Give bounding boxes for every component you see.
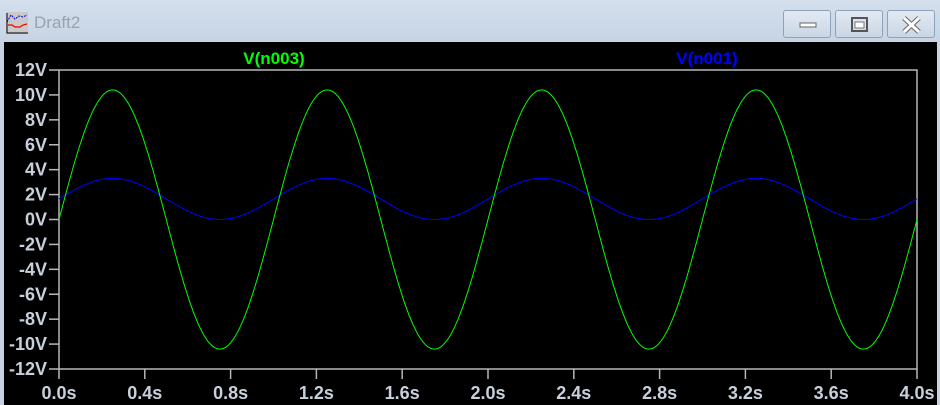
- trace-label[interactable]: V(n003): [243, 49, 304, 68]
- window-title: Draft2: [34, 13, 81, 32]
- trace-vn003: [58, 89, 918, 350]
- y-tick-label: 4V: [25, 160, 47, 180]
- x-tick-label: 2.4s: [556, 383, 591, 403]
- minimize-icon: [799, 22, 817, 28]
- y-tick-label: -2V: [19, 234, 47, 254]
- x-tick-label: 4.0s: [899, 383, 934, 403]
- y-tick-label: 6V: [25, 135, 47, 155]
- x-tick-label: 3.6s: [814, 383, 849, 403]
- maximize-button[interactable]: [835, 10, 883, 38]
- y-tick-label: 10V: [15, 85, 47, 105]
- waveform-app-icon: [6, 12, 28, 34]
- waveform-chart[interactable]: 12V 10V 8V 6V 4V 2V 0V -2V -4V -6V -8V -10V -12V 0.0s…: [4, 42, 937, 405]
- maximize-icon: [851, 17, 868, 32]
- x-tick-label: 0.0s: [41, 383, 76, 403]
- y-tick-label: 12V: [15, 60, 47, 80]
- plot-pane[interactable]: 12V 10V 8V 6V 4V 2V 0V -2V -4V -6V -8V -10V -12V 0.0s…: [4, 42, 937, 405]
- x-tick-label: 2.8s: [642, 383, 677, 403]
- y-tick-label: -12V: [9, 359, 47, 379]
- x-tick-label: 0.4s: [127, 383, 162, 403]
- y-tick-label: -10V: [9, 334, 47, 354]
- close-button[interactable]: [887, 10, 935, 38]
- x-tick-label: 3.2s: [728, 383, 763, 403]
- minimize-button[interactable]: [783, 10, 831, 38]
- close-icon: [902, 16, 921, 34]
- y-tick-label: 0V: [25, 210, 47, 230]
- x-tick-label: 2.0s: [470, 383, 505, 403]
- x-tick-label: 1.6s: [385, 383, 420, 403]
- trace-vn001: [58, 177, 918, 220]
- y-tick-label: 8V: [25, 110, 47, 130]
- y-tick-label: -6V: [19, 284, 47, 304]
- x-tick-label: 1.2s: [299, 383, 334, 403]
- y-tick-label: -4V: [19, 259, 47, 279]
- trace-label[interactable]: V(n001): [676, 49, 737, 68]
- y-tick-label: 2V: [25, 185, 47, 205]
- x-tick-label: 0.8s: [213, 383, 248, 403]
- title-bar: Draft2: [0, 0, 940, 42]
- y-tick-label: -8V: [19, 309, 47, 329]
